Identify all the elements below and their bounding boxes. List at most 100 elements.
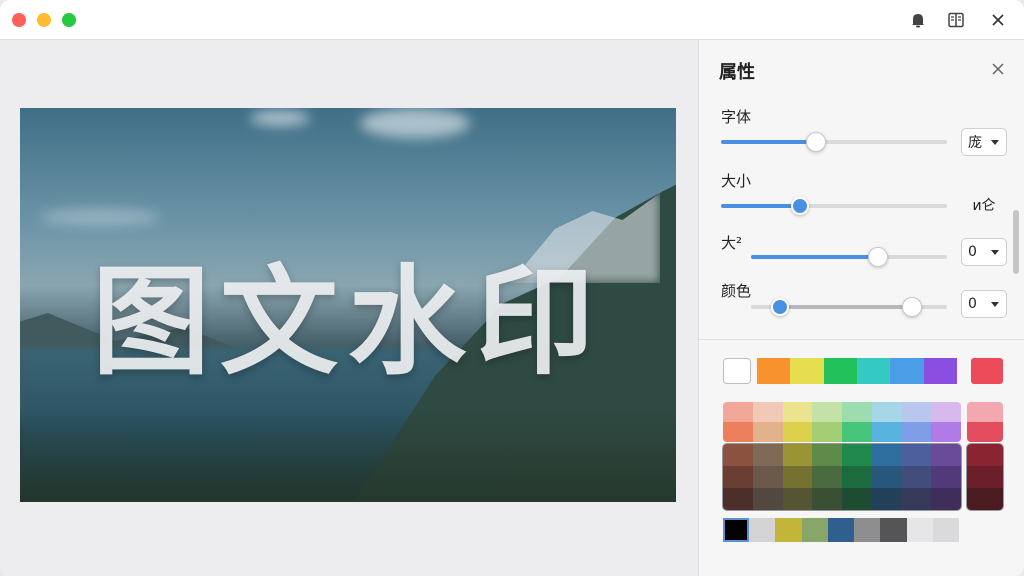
color-swatch-dark-5[interactable]: [871, 444, 902, 466]
color-swatch-dark-20[interactable]: [842, 488, 872, 510]
color-swatch-gray-7[interactable]: [906, 518, 933, 542]
color-swatch-light-15[interactable]: [931, 422, 961, 442]
cloud-shape: [40, 208, 160, 226]
bell-icon[interactable]: [906, 8, 930, 32]
size-label: 大小: [721, 172, 752, 190]
color-swatch-dark-19[interactable]: [812, 488, 842, 510]
color-swatch-light-9[interactable]: [752, 422, 783, 442]
color-swatch-dark-9[interactable]: [752, 466, 783, 488]
color-select-value: 0: [968, 296, 977, 312]
color-swatch-white[interactable]: [723, 358, 751, 384]
color-swatch-dark-23[interactable]: [931, 488, 961, 510]
opacity-slider-knob[interactable]: [868, 247, 889, 267]
color-swatch-gray-0[interactable]: [723, 518, 750, 542]
color-grid-dark: [723, 444, 961, 510]
editor-canvas: 图文水印: [0, 40, 698, 576]
color-swatch-dark-10[interactable]: [782, 466, 813, 488]
color-range-high-knob[interactable]: [901, 297, 922, 317]
color-swatch-light-3[interactable]: [812, 402, 842, 422]
color-swatch-dark-11[interactable]: [812, 466, 842, 488]
color-swatch-light-12[interactable]: [842, 422, 872, 442]
window-zoom-button[interactable]: [62, 13, 76, 27]
font-slider[interactable]: [721, 140, 947, 144]
color-swatch-side-dark-2[interactable]: [967, 488, 1003, 510]
color-swatch-light-8[interactable]: [723, 422, 753, 442]
color-swatch-light-2[interactable]: [782, 402, 813, 422]
color-swatch-side-light-1[interactable]: [967, 422, 1003, 442]
color-swatch-gray-1[interactable]: [749, 518, 776, 542]
color-swatch-dark-17[interactable]: [752, 488, 783, 510]
color-swatch-strip-3[interactable]: [856, 358, 891, 384]
opacity-select[interactable]: 0: [961, 238, 1007, 266]
panel-layout-icon[interactable]: [944, 8, 968, 32]
window-close-button[interactable]: [12, 13, 26, 27]
font-select-value: 庞: [968, 135, 982, 151]
color-swatch-gray-2[interactable]: [775, 518, 802, 542]
color-swatch-dark-0[interactable]: [723, 444, 753, 466]
color-swatch-light-6[interactable]: [901, 402, 932, 422]
color-swatch-light-4[interactable]: [842, 402, 872, 422]
opacity-slider[interactable]: [751, 255, 947, 259]
cloud-shape: [250, 110, 310, 126]
panel-title: 属性: [719, 62, 755, 83]
panel-scrollbar[interactable]: [1013, 210, 1019, 274]
opacity-label: 大²: [721, 234, 743, 252]
color-range-low-knob[interactable]: [771, 298, 790, 316]
color-swatch-strip-5[interactable]: [923, 358, 957, 384]
size-slider[interactable]: [721, 204, 947, 208]
color-swatch-dark-18[interactable]: [782, 488, 813, 510]
color-swatch-light-10[interactable]: [782, 422, 813, 442]
color-swatch-side-light-0[interactable]: [967, 402, 1003, 422]
font-slider-fill: [721, 140, 816, 144]
color-swatch-dark-22[interactable]: [901, 488, 932, 510]
size-value[interactable]: ᴎ仑: [961, 192, 1007, 218]
color-swatch-side-dark-1[interactable]: [967, 466, 1003, 488]
color-select[interactable]: 0: [961, 290, 1007, 318]
color-swatch-dark-15[interactable]: [931, 466, 961, 488]
color-swatch-dark-21[interactable]: [871, 488, 902, 510]
size-slider-knob[interactable]: [791, 197, 810, 215]
color-swatch-dark-3[interactable]: [812, 444, 842, 466]
color-swatch-dark-14[interactable]: [901, 466, 932, 488]
color-swatch-light-14[interactable]: [901, 422, 932, 442]
font-slider-knob[interactable]: [805, 132, 826, 152]
shore-shape: [20, 408, 676, 502]
font-label: 字体: [721, 108, 752, 126]
color-swatch-dark-12[interactable]: [842, 466, 872, 488]
color-swatch-light-13[interactable]: [871, 422, 902, 442]
color-swatch-dark-6[interactable]: [901, 444, 932, 466]
color-swatch-light-7[interactable]: [931, 402, 961, 422]
color-swatch-gray-5[interactable]: [854, 518, 881, 542]
close-icon[interactable]: [986, 8, 1010, 32]
color-swatch-dark-1[interactable]: [752, 444, 783, 466]
color-swatch-light-11[interactable]: [812, 422, 842, 442]
color-swatch-dark-13[interactable]: [871, 466, 902, 488]
size-slider-fill: [721, 204, 801, 208]
color-swatch-dark-7[interactable]: [931, 444, 961, 466]
color-swatch-dark-2[interactable]: [782, 444, 813, 466]
color-swatch-red[interactable]: [971, 358, 1003, 384]
font-select[interactable]: 庞: [961, 128, 1007, 156]
color-swatch-strip-4[interactable]: [890, 358, 924, 384]
properties-section: 属性 字体 庞 大小 ᴎ仑 大² 0 颜色 0: [699, 40, 1024, 340]
color-swatch-gray-8[interactable]: [932, 518, 959, 542]
color-swatch-light-5[interactable]: [871, 402, 902, 422]
color-swatch-dark-8[interactable]: [723, 466, 753, 488]
color-swatch-strip-2[interactable]: [823, 358, 857, 384]
color-swatch-strip-1[interactable]: [790, 358, 824, 384]
color-swatch-gray-3[interactable]: [801, 518, 828, 542]
color-swatch-dark-4[interactable]: [842, 444, 872, 466]
window-minimize-button[interactable]: [37, 13, 51, 27]
watermark-text[interactable]: 图文水印: [20, 226, 676, 397]
color-swatch-side-dark-0[interactable]: [967, 444, 1003, 466]
color-swatch-dark-16[interactable]: [723, 488, 753, 510]
color-swatch-strip-0[interactable]: [757, 358, 791, 384]
color-swatch-gray-4[interactable]: [827, 518, 855, 542]
color-swatch-light-1[interactable]: [752, 402, 783, 422]
landscape-photo[interactable]: 图文水印: [20, 108, 676, 502]
color-swatch-gray-6[interactable]: [880, 518, 907, 542]
color-label: 颜色: [721, 282, 752, 300]
close-icon[interactable]: [987, 58, 1009, 80]
color-grid-side-dark: [967, 444, 1003, 510]
color-swatch-light-0[interactable]: [723, 402, 753, 422]
